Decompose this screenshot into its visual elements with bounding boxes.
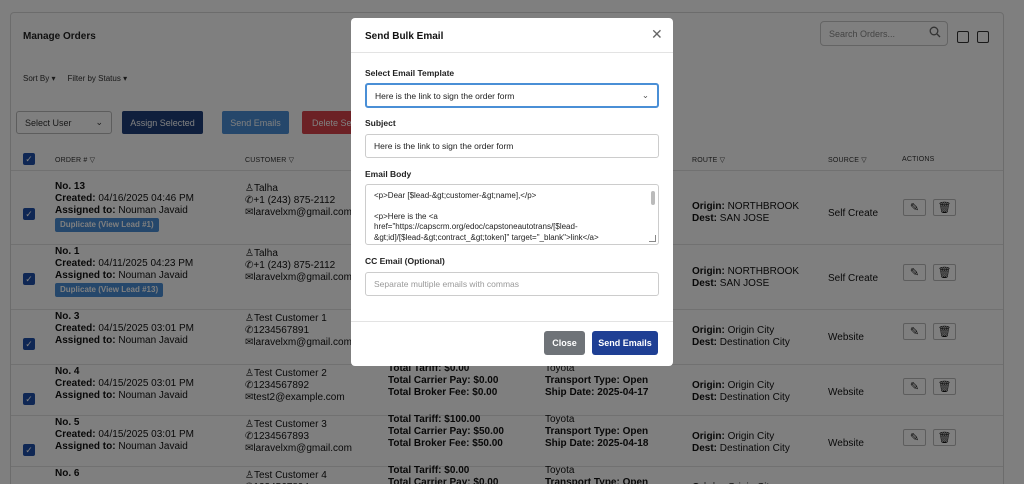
template-label: Select Email Template (365, 68, 455, 78)
cc-label: CC Email (Optional) (365, 256, 445, 266)
close-icon[interactable]: ✕ (651, 27, 663, 41)
chevron-down-icon: ⌄ (641, 90, 649, 100)
body-line: href="https://capscrm.org/edoc/capstonea… (374, 222, 578, 231)
cc-email-input[interactable]: Separate multiple emails with commas (365, 272, 659, 296)
resize-handle[interactable] (649, 235, 656, 242)
body-line: &gt;id]/[$lead-&gt;contract_&gt;token]" … (374, 232, 599, 242)
send-emails-submit-button[interactable]: Send Emails (592, 331, 658, 355)
close-button[interactable]: Close (544, 331, 585, 355)
textarea-scrollbar[interactable] (651, 191, 655, 205)
modal-divider (351, 321, 673, 322)
subject-value: Here is the link to sign the order form (374, 141, 514, 151)
email-template-select[interactable]: Here is the link to sign the order form … (365, 83, 659, 108)
cc-placeholder: Separate multiple emails with commas (374, 279, 520, 289)
subject-label: Subject (365, 118, 396, 128)
template-value: Here is the link to sign the order form (375, 90, 515, 101)
body-label: Email Body (365, 169, 412, 179)
send-bulk-email-modal: Send Bulk Email ✕ Select Email Template … (351, 18, 673, 366)
modal-title: Send Bulk Email (365, 31, 444, 42)
subject-input[interactable]: Here is the link to sign the order form (365, 134, 659, 158)
email-body-textarea[interactable]: <p>Dear [$lead-&gt;customer-&gt;name],</… (365, 184, 659, 245)
body-line: <p>Here is the <a (374, 211, 438, 221)
modal-divider (351, 52, 673, 53)
body-line: <p>Dear [$lead-&gt;customer-&gt;name],</… (374, 191, 537, 200)
